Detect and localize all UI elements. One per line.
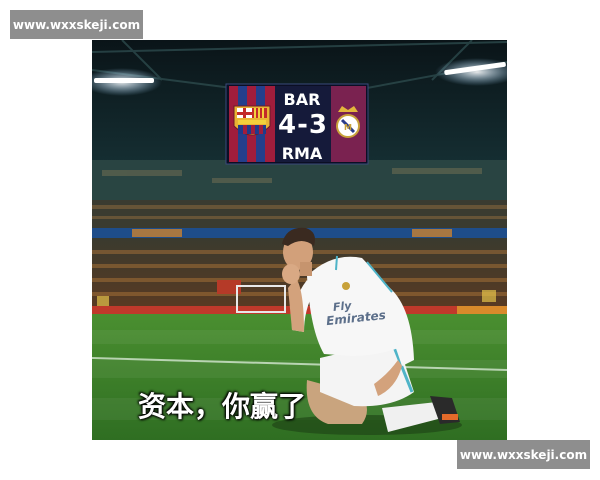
barca-crest-icon [233, 105, 271, 136]
watermark-bottom: www.wxxskeji.com [457, 440, 590, 469]
scoreboard-home-team: BAR [283, 90, 321, 109]
svg-text:M: M [344, 123, 352, 132]
scoreboard-away-team: RMA [281, 144, 323, 163]
watermark-top: www.wxxskeji.com [10, 10, 143, 39]
scoreboard-score: 4-3 [278, 110, 328, 140]
real-madrid-crest-icon: M [336, 106, 360, 138]
meme-caption: 资本，你赢了 [138, 390, 307, 423]
